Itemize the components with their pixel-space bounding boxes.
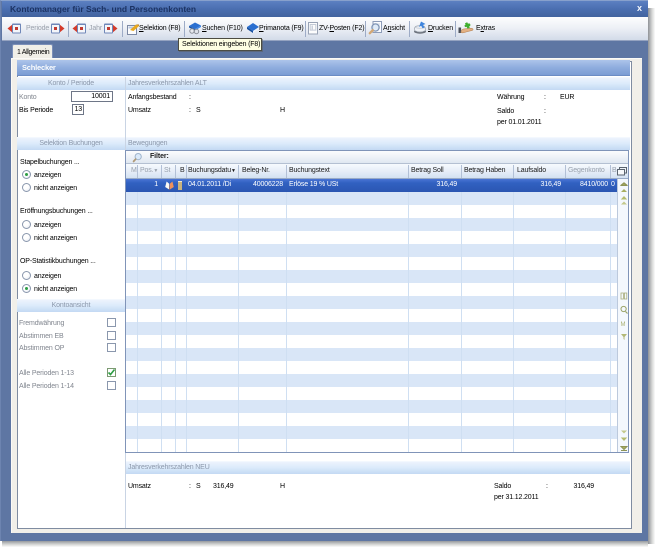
svg-text:M: M	[621, 322, 626, 328]
